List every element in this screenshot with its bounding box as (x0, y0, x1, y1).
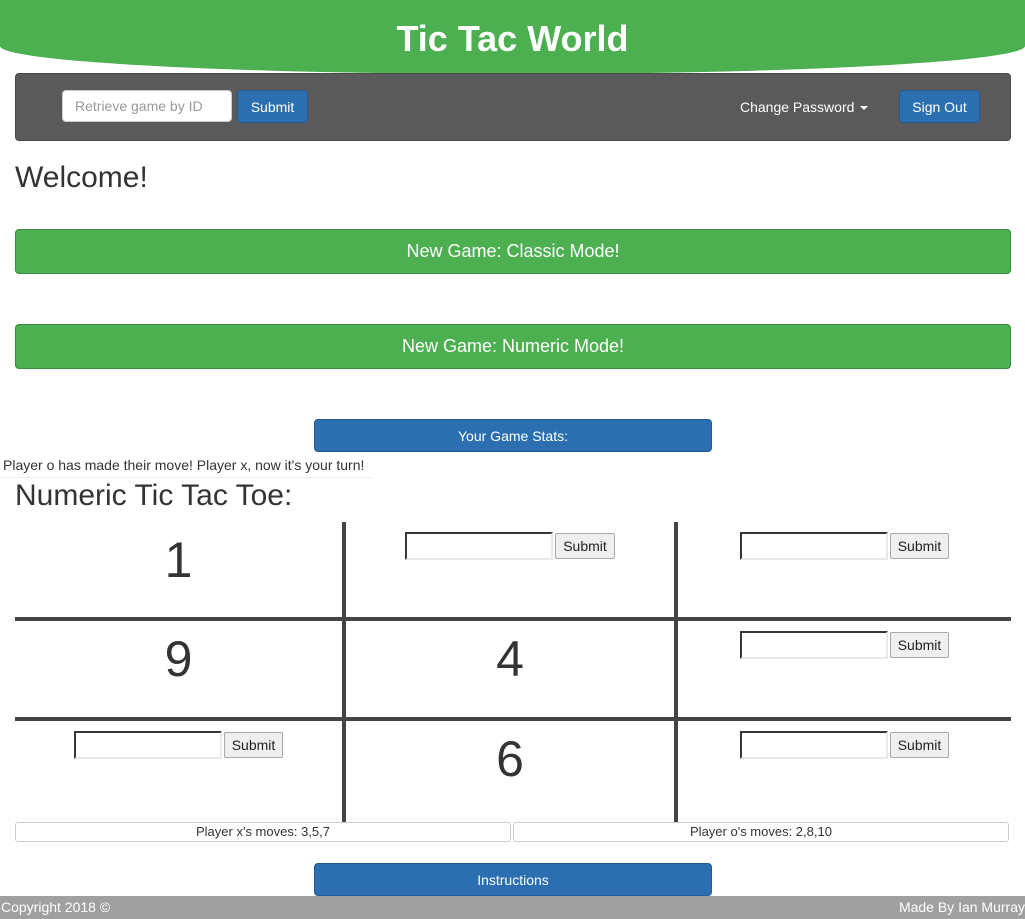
retrieve-game-submit-button[interactable]: Submit (237, 90, 308, 123)
instructions-button[interactable]: Instructions (314, 863, 712, 896)
cell-value: 9 (164, 631, 193, 687)
cell-value: 6 (496, 731, 524, 787)
footer-copyright: Copyright 2018 © (1, 899, 111, 915)
change-password-label: Change Password (740, 99, 855, 115)
cell-move-form: Submit (346, 532, 674, 560)
board-cell-5: 4 (346, 621, 674, 717)
board-cell-6: Submit (678, 621, 1011, 717)
cell-submit-button[interactable]: Submit (889, 732, 950, 758)
change-password-dropdown[interactable]: Change Password (740, 99, 869, 115)
cell-submit-button[interactable]: Submit (555, 533, 615, 559)
new-classic-game-button[interactable]: New Game: Classic Mode! (15, 229, 1011, 274)
cell-move-input[interactable] (405, 532, 554, 560)
cell-move-form: Submit (678, 731, 1011, 759)
player-x-moves: Player x's moves: 3,5,7 (15, 822, 511, 842)
cell-move-input[interactable] (73, 731, 222, 759)
board-cell-8: 6 (346, 721, 674, 822)
cell-move-input[interactable] (739, 731, 888, 759)
page: Tic Tac World Submit Change Password Sig… (0, 0, 1025, 919)
cell-move-form: Submit (678, 631, 1011, 659)
board-cell-1: 1 (15, 522, 342, 617)
caret-down-icon (860, 106, 869, 111)
board-cell-4: 9 (15, 621, 342, 717)
cell-move-input[interactable] (739, 631, 888, 659)
sign-out-button[interactable]: Sign Out (899, 90, 980, 123)
status-message: Player o has made their move! Player x, … (0, 455, 373, 478)
footer-author: Made By Ian Murray (898, 899, 1025, 915)
cell-value: 1 (164, 532, 193, 588)
cell-move-input[interactable] (739, 532, 888, 560)
board-title: Numeric Tic Tac Toe: (15, 479, 293, 512)
navbar: Submit Change Password Sign Out (15, 73, 1011, 141)
cell-submit-button[interactable]: Submit (889, 632, 950, 658)
retrieve-game-input[interactable] (62, 90, 232, 122)
board-cell-2: Submit (346, 522, 674, 617)
cell-move-form: Submit (15, 731, 342, 759)
game-stats-button[interactable]: Your Game Stats: (314, 419, 712, 452)
cell-submit-button[interactable]: Submit (223, 732, 284, 758)
cell-move-form: Submit (678, 532, 1011, 560)
board-cell-7: Submit (15, 721, 342, 822)
board-cell-3: Submit (678, 522, 1011, 617)
app-title: Tic Tac World (396, 18, 629, 59)
cell-value: 4 (496, 631, 524, 687)
cell-submit-button[interactable]: Submit (889, 533, 950, 559)
player-o-moves: Player o's moves: 2,8,10 (513, 822, 1009, 842)
welcome-heading: Welcome! (15, 161, 148, 194)
game-board: 1 Submit Submit 9 4 Submit Submit 6 Subm… (15, 522, 1011, 822)
board-cell-9: Submit (678, 721, 1011, 822)
footer: Copyright 2018 © Made By Ian Murray (0, 896, 1025, 919)
new-numeric-game-button[interactable]: New Game: Numeric Mode! (15, 324, 1011, 369)
